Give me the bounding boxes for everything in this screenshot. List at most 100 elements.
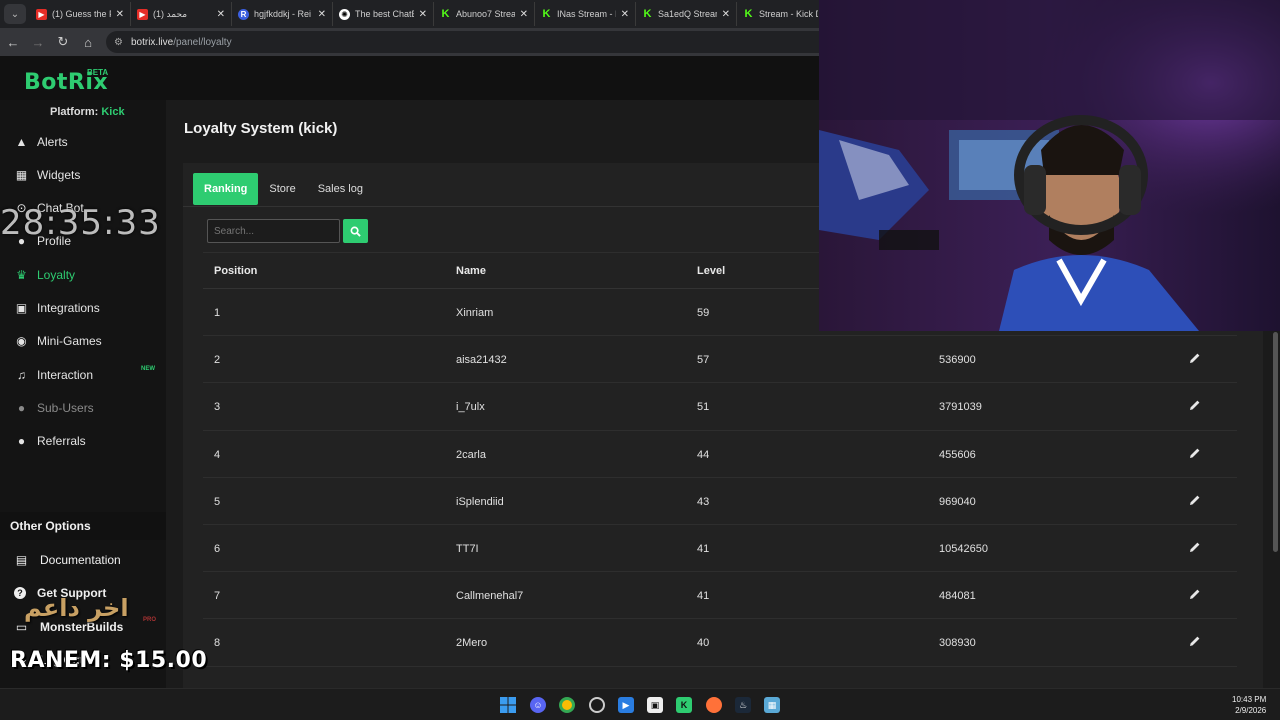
kick-icon[interactable]: K <box>676 697 692 713</box>
app-icon-white[interactable]: ▣ <box>647 697 663 713</box>
edit-pencil-icon[interactable] <box>1188 587 1202 601</box>
other-option-documentation[interactable]: ▤ Documentation <box>0 544 166 576</box>
stream-timer: 28:35:33 <box>0 203 161 243</box>
kick-icon: K <box>743 8 754 20</box>
sidebar-item-alerts[interactable]: ▲ Alerts <box>0 125 166 158</box>
cell-name: 2Mero <box>456 637 488 650</box>
cell-points: 484081 <box>939 590 976 603</box>
streamer-webcam-image <box>819 0 1280 331</box>
edit-pencil-icon[interactable] <box>1188 351 1202 365</box>
kick-icon: K <box>642 8 653 20</box>
firefox-icon[interactable] <box>706 697 722 713</box>
obs-icon[interactable] <box>589 697 605 713</box>
scrollbar-thumb[interactable] <box>1273 332 1278 552</box>
browser-tab[interactable]: ▶ (1) Guess the F ✕ <box>30 2 131 26</box>
close-tab-icon[interactable]: ✕ <box>520 9 528 20</box>
search-button[interactable] <box>343 219 368 243</box>
sidebar-item-mini-games[interactable]: ◉ Mini-Games <box>0 325 166 358</box>
tab-ranking[interactable]: Ranking <box>193 173 259 205</box>
edit-pencil-icon[interactable] <box>1188 540 1202 554</box>
sidebar-item-label: Widgets <box>37 167 81 182</box>
close-tab-icon[interactable]: ✕ <box>419 9 427 20</box>
table-row: 4 2carla 44 455606 <box>203 431 1237 478</box>
cell-position: 2 <box>214 354 221 367</box>
browser-tab[interactable]: Rhgjfkddkj - Rei ✕ <box>232 2 333 26</box>
sidebar-item-referrals[interactable]: ● Referrals <box>0 425 166 458</box>
tab-search-button[interactable]: ⌄ <box>4 4 26 24</box>
edit-pencil-icon[interactable] <box>1188 634 1202 648</box>
search-input[interactable] <box>207 219 340 243</box>
clock-date: 2/9/2026 <box>1235 706 1267 715</box>
youtube-icon: ▶ <box>36 8 47 20</box>
cell-level: 44 <box>697 448 710 461</box>
start-icon[interactable] <box>500 697 516 713</box>
site-info-icon[interactable]: ⚙ <box>114 37 123 48</box>
sidebar-item-interaction[interactable]: ♫ Interaction NEW <box>0 358 166 391</box>
browser-tab[interactable]: K INas Stream - I ✕ <box>535 2 636 26</box>
new-badge: NEW <box>141 366 155 373</box>
youtube-icon: ▶ <box>137 8 148 20</box>
game-icon[interactable]: ▦ <box>764 697 780 713</box>
close-tab-icon[interactable]: ✕ <box>722 9 730 20</box>
browser-tab[interactable]: ▶ محمد (1) ✕ <box>131 2 232 26</box>
column-header-level[interactable]: Level <box>697 265 725 277</box>
cell-position: 5 <box>214 495 221 508</box>
music-icon: ♫ <box>17 367 26 382</box>
sidebar-item-label: Mini-Games <box>37 334 102 349</box>
close-tab-icon[interactable]: ✕ <box>318 9 326 20</box>
cell-position: 7 <box>214 590 221 603</box>
browser-tab-title: The best ChatB <box>355 9 414 19</box>
edit-pencil-icon[interactable] <box>1188 398 1202 412</box>
cell-level: 43 <box>697 495 710 508</box>
clock-time: 10:43 PM <box>1232 695 1267 704</box>
edit-pencil-icon[interactable] <box>1188 493 1202 507</box>
cell-points: 3791039 <box>939 401 982 414</box>
sidebar-item-label: Integrations <box>37 301 100 315</box>
cell-level: 40 <box>697 637 710 650</box>
forward-icon[interactable]: → <box>26 30 50 54</box>
url-path: /panel/loyalty <box>173 36 232 48</box>
browser-tab-title: Abunoo7 Strea <box>456 9 515 19</box>
system-clock[interactable]: 10:43 PM 2/9/2026 <box>1232 694 1266 716</box>
app-icon-blue[interactable]: ▶ <box>618 697 634 713</box>
cell-level: 41 <box>697 542 710 555</box>
browser-tab-title: Sa1edQ Stream <box>658 9 717 19</box>
back-icon[interactable]: ← <box>1 30 25 54</box>
table-body: 1 Xinriam 59 2 aisa21432 57 536900 3 i_7ulx 51 379… <box>203 289 1237 667</box>
close-tab-icon[interactable]: ✕ <box>116 9 124 20</box>
table-row: 2 aisa21432 57 536900 <box>203 336 1237 384</box>
table-row: 6 TT7I 41 10542650 <box>203 525 1237 573</box>
tab-store[interactable]: Store <box>258 173 306 205</box>
column-header-position[interactable]: Position <box>214 265 257 277</box>
close-tab-icon[interactable]: ✕ <box>621 9 629 20</box>
cell-name: Callmenehal7 <box>456 590 524 603</box>
discord-icon[interactable]: ☺ <box>530 697 546 713</box>
tab-sales-log[interactable]: Sales log <box>307 173 374 205</box>
sidebar-item-integrations[interactable]: ▣ Integrations <box>0 292 166 325</box>
edit-pencil-icon[interactable] <box>1188 446 1202 460</box>
sidebar-item-loyalty[interactable]: ♛ Loyalty <box>0 258 166 291</box>
other-option-label: Documentation <box>40 553 121 567</box>
browser-tab[interactable]: K Sa1edQ Stream ✕ <box>636 2 737 26</box>
sidebar-item-sub-users[interactable]: ● Sub-Users <box>0 391 166 424</box>
tabs-container: ▶ (1) Guess the F ✕ ▶ محمد (1) ✕ Rhgjfkddkj - … <box>30 2 838 26</box>
steam-icon[interactable]: ♨ <box>735 697 751 713</box>
sidebar-item-widgets[interactable]: ▦ Widgets <box>0 158 166 191</box>
chrome-icon[interactable] <box>559 697 575 713</box>
sidebar-item-label: Sub-Users <box>37 400 94 415</box>
close-tab-icon[interactable]: ✕ <box>217 9 225 20</box>
browser-tab-title: محمد (1) <box>153 8 188 19</box>
home-icon[interactable]: ⌂ <box>76 30 100 54</box>
other-options-title: Other Options <box>0 512 166 540</box>
reload-icon[interactable]: ↻ <box>51 30 75 54</box>
browser-tab[interactable]: ✺ The best ChatB ✕ <box>333 2 434 26</box>
page-scrollbar[interactable] <box>1270 332 1280 688</box>
browser-tab[interactable]: K Abunoo7 Strea ✕ <box>434 2 535 26</box>
users-icon: ● <box>17 400 26 415</box>
plug-icon: ▣ <box>15 301 28 315</box>
column-header-name[interactable]: Name <box>456 265 486 277</box>
cell-level: 41 <box>697 590 710 603</box>
table-row: 3 i_7ulx 51 3791039 <box>203 383 1237 431</box>
sidebar-item-label: Referrals <box>37 434 86 449</box>
browser-tab-title: hgjfkddkj - Rei <box>254 9 312 19</box>
